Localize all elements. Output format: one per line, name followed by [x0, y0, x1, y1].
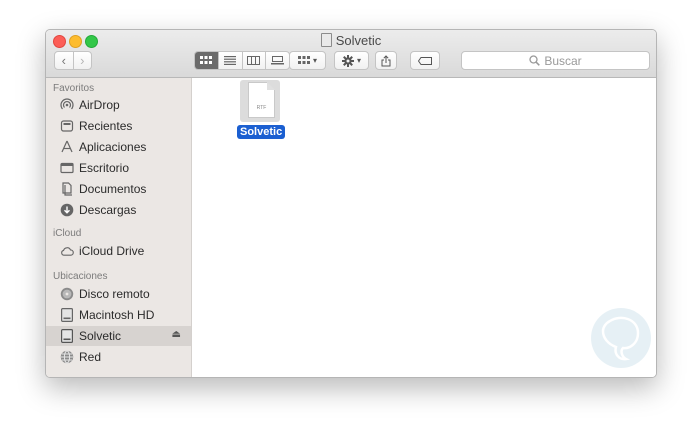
sidebar-item-label: Red [79, 350, 102, 364]
gallery-view-icon [271, 56, 285, 65]
window-title: Solvetic [335, 33, 382, 48]
sidebar-header-ubicaciones: Ubicaciones [53, 271, 108, 282]
downloads-icon [60, 203, 74, 217]
gear-icon [341, 54, 354, 67]
airdrop-icon [60, 98, 74, 112]
chevron-down-icon: ▾ [312, 56, 317, 65]
icon-view-button[interactable] [195, 52, 218, 69]
applications-icon [60, 140, 74, 154]
file-selection-highlight: RTF [240, 80, 280, 122]
icon-view-icon [200, 56, 213, 64]
drive-icon [320, 33, 332, 47]
search-field[interactable]: Buscar [461, 51, 650, 70]
documents-icon [60, 182, 74, 196]
title-bar: Solvetic ‹ › ▾ ▾ Buscar [46, 30, 656, 78]
sidebar-item-aplicaciones[interactable]: Aplicaciones [46, 137, 191, 157]
navigation-buttons: ‹ › [54, 51, 92, 70]
share-icon [381, 54, 391, 66]
arrange-icon [297, 56, 310, 64]
eject-icon[interactable]: ⏏ [172, 329, 181, 340]
sidebar-item-label: AirDrop [79, 98, 120, 112]
sidebar-item-descargas[interactable]: Descargas [46, 200, 191, 220]
sidebar-item-label: iCloud Drive [79, 244, 145, 258]
rtf-document-icon: RTF [248, 82, 275, 118]
cloud-icon [60, 244, 74, 258]
search-placeholder: Buscar [544, 53, 582, 68]
sidebar-item-label: Solvetic [79, 329, 122, 343]
finder-window: Solvetic ‹ › ▾ ▾ Buscar Favoritos AirDro… [45, 29, 657, 378]
sidebar-item-documentos[interactable]: Documentos [46, 179, 191, 199]
column-view-icon [247, 56, 261, 65]
tag-button[interactable] [410, 51, 440, 70]
sidebar-item-red[interactable]: Red [46, 347, 191, 367]
view-mode-group [194, 51, 290, 70]
sidebar-item-label: Recientes [79, 119, 133, 133]
window-title-wrap: Solvetic [46, 33, 656, 48]
share-button[interactable] [375, 51, 397, 70]
recents-icon [60, 119, 74, 133]
list-view-icon [224, 56, 237, 65]
hard-drive-icon [60, 308, 74, 322]
external-drive-icon [60, 329, 74, 343]
speech-bubble-logo-icon [591, 308, 651, 368]
sidebar-item-label: Aplicaciones [79, 140, 147, 154]
desktop-icon [60, 161, 74, 175]
tag-icon [418, 56, 432, 65]
sidebar-header-favoritos: Favoritos [53, 83, 95, 94]
sidebar-item-label: Escritorio [79, 161, 130, 175]
sidebar-item-recientes[interactable]: Recientes [46, 116, 191, 136]
sidebar: Favoritos AirDrop Recientes Aplicaciones… [46, 78, 192, 377]
remote-disc-icon [60, 287, 74, 301]
chevron-down-icon: ▾ [356, 56, 361, 65]
list-view-button[interactable] [217, 52, 242, 69]
sidebar-item-solvetic[interactable]: Solvetic ⏏ [46, 326, 191, 346]
sidebar-item-label: Macintosh HD [79, 308, 155, 322]
sidebar-item-label: Descargas [79, 203, 137, 217]
back-button[interactable]: ‹ [55, 52, 73, 69]
file-area[interactable]: RTF Solvetic [192, 78, 656, 377]
sidebar-item-macintosh-hd[interactable]: Macintosh HD [46, 305, 191, 325]
sidebar-item-escritorio[interactable]: Escritorio [46, 158, 191, 178]
sidebar-item-label: Documentos [79, 182, 147, 196]
arrange-button[interactable]: ▾ [289, 51, 326, 70]
file-name[interactable]: Solvetic [237, 125, 286, 139]
sidebar-item-label: Disco remoto [79, 287, 150, 301]
file-type-label: RTF [256, 105, 267, 111]
action-button[interactable]: ▾ [334, 51, 369, 70]
gallery-view-button[interactable] [265, 52, 289, 69]
sidebar-item-disco-remoto[interactable]: Disco remoto [46, 284, 191, 304]
network-icon [60, 350, 74, 364]
column-view-button[interactable] [241, 52, 266, 69]
sidebar-header-icloud: iCloud [53, 228, 82, 239]
search-icon [529, 55, 541, 66]
sidebar-item-airdrop[interactable]: AirDrop [46, 95, 191, 115]
sidebar-item-icloud-drive[interactable]: iCloud Drive [46, 241, 191, 261]
forward-button[interactable]: › [72, 52, 92, 69]
page-fold [267, 82, 275, 90]
